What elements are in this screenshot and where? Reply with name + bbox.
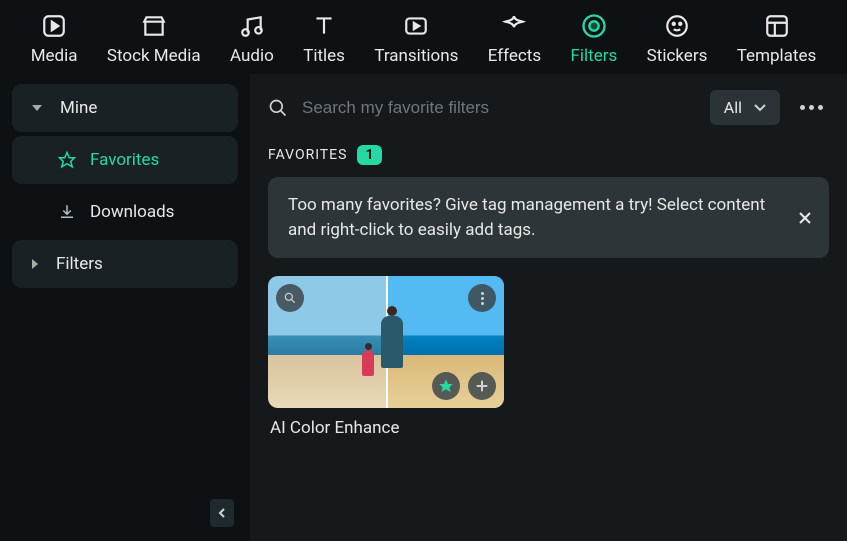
nav-stock-media[interactable]: Stock Media: [107, 12, 201, 66]
transitions-icon: [402, 12, 430, 40]
templates-icon: [763, 12, 791, 40]
count-badge: 1: [357, 145, 382, 165]
star-icon: [58, 151, 76, 169]
collapse-sidebar-button[interactable]: [210, 499, 234, 527]
dot-icon: [809, 105, 814, 110]
preview-button[interactable]: [276, 284, 304, 312]
close-icon: [797, 210, 813, 226]
nav-effects[interactable]: Effects: [488, 12, 541, 66]
top-nav: Media Stock Media Audio Titles Transitio…: [0, 0, 847, 74]
audio-icon: [238, 12, 266, 40]
nav-label: Effects: [488, 46, 541, 66]
sidebar-label: Favorites: [90, 150, 159, 170]
tip-banner: Too many favorites? Give tag management …: [268, 177, 829, 258]
card-title: AI Color Enhance: [268, 408, 504, 448]
dot-icon: [800, 105, 805, 110]
nav-label: Stickers: [647, 46, 708, 66]
section-header: FAVORITES 1: [268, 139, 829, 177]
nav-transitions[interactable]: Transitions: [374, 12, 458, 66]
more-options-button[interactable]: [794, 99, 829, 116]
media-icon: [40, 12, 68, 40]
download-icon: [58, 203, 76, 221]
sidebar-group-mine[interactable]: Mine: [12, 84, 238, 132]
star-icon: [438, 378, 454, 394]
nav-label: Media: [31, 46, 78, 66]
filters-icon: [580, 12, 608, 40]
nav-stickers[interactable]: Stickers: [647, 12, 708, 66]
stickers-icon: [663, 12, 691, 40]
sidebar-label: Filters: [56, 254, 103, 274]
sidebar-item-favorites[interactable]: Favorites: [12, 136, 238, 184]
dropdown-label: All: [724, 98, 742, 117]
main-panel: All FAVORITES 1 Too many favorites? Give…: [250, 74, 847, 541]
plus-icon: [474, 378, 490, 394]
sidebar: Mine Favorites Downloads Filters: [0, 74, 250, 541]
filter-thumbnail: [268, 276, 504, 408]
nav-media[interactable]: Media: [31, 12, 78, 66]
titles-icon: [310, 12, 338, 40]
zoom-icon: [283, 291, 297, 305]
nav-titles[interactable]: Titles: [303, 12, 345, 66]
nav-label: Filters: [571, 46, 618, 66]
sidebar-group-filters[interactable]: Filters: [12, 240, 238, 288]
chevron-down-icon: [32, 105, 42, 111]
search-icon: [268, 98, 288, 118]
filter-card[interactable]: AI Color Enhance: [268, 276, 504, 448]
nav-label: Titles: [303, 46, 345, 66]
close-tip-button[interactable]: [795, 208, 815, 228]
nav-filters[interactable]: Filters: [571, 12, 618, 66]
chevron-down-icon: [754, 104, 766, 112]
nav-audio[interactable]: Audio: [230, 12, 274, 66]
sidebar-label: Downloads: [90, 202, 174, 222]
dot-icon: [818, 105, 823, 110]
chevron-right-icon: [32, 259, 38, 269]
search-input[interactable]: [302, 98, 696, 118]
filter-all-dropdown[interactable]: All: [710, 90, 780, 125]
nav-label: Transitions: [374, 46, 458, 66]
section-title: FAVORITES: [268, 147, 347, 163]
nav-label: Templates: [737, 46, 817, 66]
nav-label: Stock Media: [107, 46, 201, 66]
stock-media-icon: [140, 12, 168, 40]
sidebar-item-downloads[interactable]: Downloads: [12, 188, 238, 236]
effects-icon: [500, 12, 528, 40]
tip-text: Too many favorites? Give tag management …: [288, 195, 765, 240]
nav-label: Audio: [230, 46, 274, 66]
sidebar-label: Mine: [60, 98, 97, 118]
nav-templates[interactable]: Templates: [737, 12, 817, 66]
